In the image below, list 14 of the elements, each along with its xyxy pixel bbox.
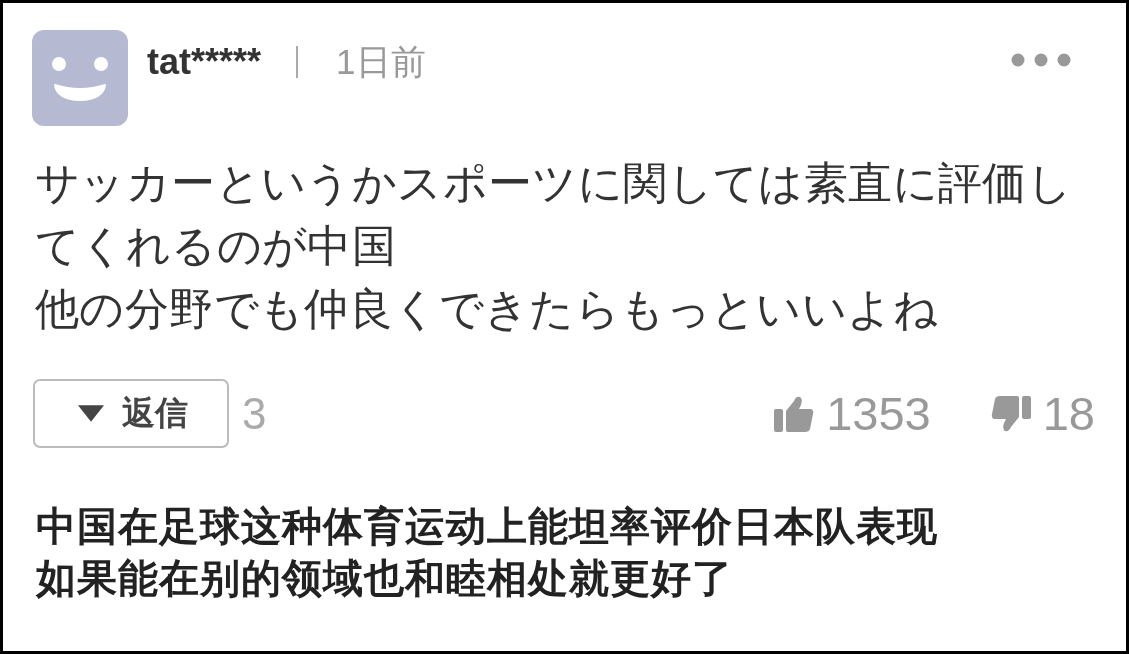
- like-count: 1353: [826, 387, 931, 440]
- post-time: 1日前: [336, 42, 426, 82]
- caption-text: 中国在足球这种体育运动上能坦率评价日本队表现: [36, 502, 939, 551]
- caption-text: 如果能在别的领域也和睦相处就更好了: [36, 554, 734, 603]
- comment-text: 他の分野でも仲良くできたらもっといいよね: [35, 282, 939, 336]
- triangle-down-icon: [78, 405, 104, 422]
- reply-button[interactable]: 返信: [33, 379, 229, 448]
- username[interactable]: tat*****: [147, 42, 262, 82]
- thumbs-up-icon[interactable]: [774, 394, 815, 433]
- reply-count: 3: [242, 388, 267, 439]
- comment-text: サッカーというかスポーツに関しては素直に評価してくれるのが中国: [35, 156, 1074, 273]
- dislike-count: 18: [1042, 387, 1095, 440]
- thumbs-down-icon[interactable]: [990, 394, 1031, 433]
- more-icon[interactable]: [1011, 53, 1071, 67]
